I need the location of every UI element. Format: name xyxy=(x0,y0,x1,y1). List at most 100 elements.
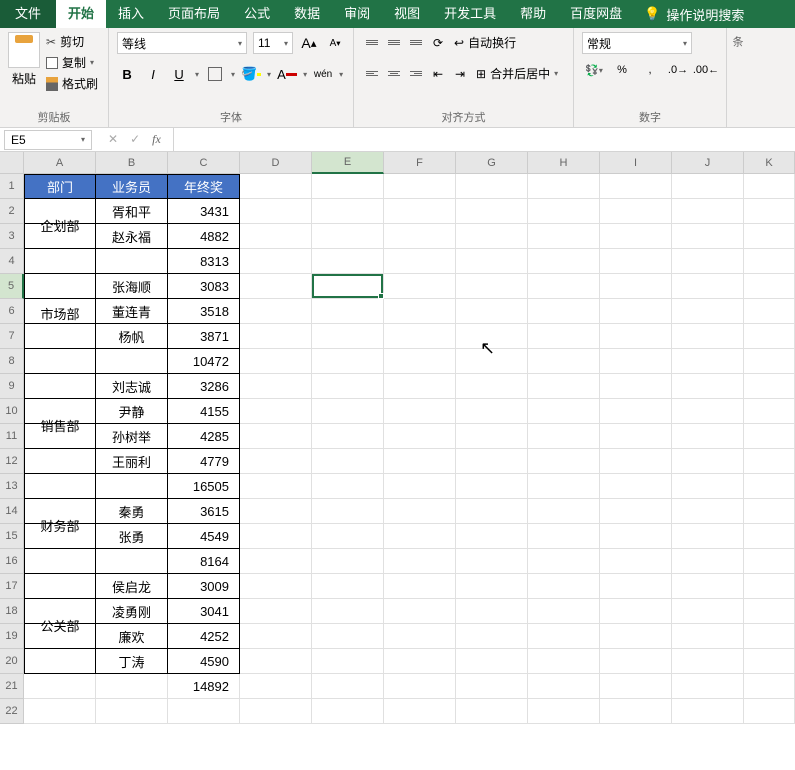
dept-cell[interactable] xyxy=(24,624,96,649)
dept-cell[interactable] xyxy=(24,649,96,674)
name-box[interactable]: E5▾ xyxy=(4,130,92,150)
row-header-7[interactable]: 7 xyxy=(0,324,24,349)
cell[interactable] xyxy=(600,599,672,624)
cell[interactable] xyxy=(312,249,384,274)
cell[interactable] xyxy=(384,624,456,649)
cell[interactable] xyxy=(528,199,600,224)
cell[interactable] xyxy=(384,549,456,574)
cell[interactable] xyxy=(744,449,795,474)
cell[interactable] xyxy=(312,274,384,299)
dept-cell[interactable] xyxy=(24,399,96,424)
salesperson-cell[interactable]: 凌勇刚 xyxy=(96,599,168,624)
cell[interactable] xyxy=(456,474,528,499)
cell[interactable] xyxy=(240,524,312,549)
merge-center-button[interactable]: ⊞合并后居中▾ xyxy=(472,63,562,84)
cell[interactable] xyxy=(672,599,744,624)
bonus-cell[interactable]: 3871 xyxy=(168,324,240,349)
dept-cell[interactable] xyxy=(24,199,96,224)
enter-formula-button[interactable]: ✓ xyxy=(126,132,144,147)
col-header-D[interactable]: D xyxy=(240,152,312,174)
copy-button[interactable]: 复制▾ xyxy=(44,53,100,72)
cell[interactable] xyxy=(600,549,672,574)
cell[interactable] xyxy=(240,674,312,699)
cell[interactable] xyxy=(240,624,312,649)
col-header-K[interactable]: K xyxy=(744,152,795,174)
cell[interactable] xyxy=(600,274,672,299)
cell[interactable] xyxy=(744,499,795,524)
cell[interactable] xyxy=(528,449,600,474)
cell[interactable] xyxy=(600,449,672,474)
bonus-cell[interactable]: 4285 xyxy=(168,424,240,449)
cell[interactable] xyxy=(600,524,672,549)
cell[interactable] xyxy=(456,349,528,374)
bonus-cell[interactable]: 3431 xyxy=(168,199,240,224)
cell[interactable] xyxy=(456,699,528,724)
cell[interactable] xyxy=(312,599,384,624)
cell[interactable] xyxy=(528,624,600,649)
header-bonus[interactable]: 年终奖 xyxy=(168,174,240,199)
row-header-15[interactable]: 15 xyxy=(0,524,24,549)
cell[interactable] xyxy=(600,474,672,499)
cell[interactable] xyxy=(456,549,528,574)
cell[interactable] xyxy=(240,199,312,224)
cell[interactable] xyxy=(744,624,795,649)
cell[interactable] xyxy=(528,274,600,299)
menu-review[interactable]: 审阅 xyxy=(332,0,382,28)
salesperson-cell[interactable]: 杨帆 xyxy=(96,324,168,349)
cell[interactable] xyxy=(744,549,795,574)
col-header-F[interactable]: F xyxy=(384,152,456,174)
cell[interactable] xyxy=(528,324,600,349)
cell[interactable] xyxy=(456,324,528,349)
increase-decimal-button[interactable]: .0→ xyxy=(666,60,690,80)
cell[interactable] xyxy=(744,274,795,299)
bonus-cell[interactable]: 3518 xyxy=(168,299,240,324)
wrap-text-button[interactable]: ↩自动换行 xyxy=(450,32,520,53)
dept-cell[interactable] xyxy=(24,574,96,599)
cell[interactable] xyxy=(240,324,312,349)
cell[interactable] xyxy=(240,249,312,274)
col-header-A[interactable]: A xyxy=(24,152,96,174)
tell-me-search[interactable]: 💡 操作说明搜索 xyxy=(644,5,744,24)
cell[interactable] xyxy=(672,274,744,299)
cell[interactable] xyxy=(600,174,672,199)
bonus-cell[interactable]: 4882 xyxy=(168,224,240,249)
menu-help[interactable]: 帮助 xyxy=(508,0,558,28)
salesperson-cell[interactable]: 孙树举 xyxy=(96,424,168,449)
menu-home[interactable]: 开始 xyxy=(56,0,106,28)
cell[interactable] xyxy=(528,499,600,524)
cell[interactable] xyxy=(600,424,672,449)
salesperson-cell[interactable]: 赵永福 xyxy=(96,224,168,249)
fx-icon[interactable]: fx xyxy=(148,132,165,147)
salesperson-cell[interactable]: 侯启龙 xyxy=(96,574,168,599)
cell[interactable] xyxy=(672,649,744,674)
cell[interactable] xyxy=(384,199,456,224)
cell[interactable] xyxy=(456,574,528,599)
dept-cell[interactable] xyxy=(24,274,96,299)
row-header-12[interactable]: 12 xyxy=(0,449,24,474)
cell[interactable] xyxy=(384,574,456,599)
cell[interactable] xyxy=(240,299,312,324)
bonus-cell[interactable]: 4590 xyxy=(168,649,240,674)
dept-cell[interactable] xyxy=(24,424,96,449)
col-header-E[interactable]: E xyxy=(312,152,384,174)
header-sales[interactable]: 业务员 xyxy=(96,174,168,199)
cell[interactable] xyxy=(240,349,312,374)
cancel-formula-button[interactable]: ✕ xyxy=(104,132,122,147)
cell[interactable] xyxy=(240,474,312,499)
dept-cell[interactable] xyxy=(24,374,96,399)
cell[interactable] xyxy=(384,424,456,449)
increase-font-button[interactable]: A▴ xyxy=(299,33,319,53)
header-dept[interactable]: 部门 xyxy=(24,174,96,199)
row-header-17[interactable]: 17 xyxy=(0,574,24,599)
salesperson-cell[interactable]: 胥和平 xyxy=(96,199,168,224)
fill-color-button[interactable]: 🪣 xyxy=(241,64,261,84)
cell[interactable] xyxy=(672,224,744,249)
cell[interactable] xyxy=(384,474,456,499)
cell[interactable] xyxy=(600,574,672,599)
dept-cell[interactable] xyxy=(24,524,96,549)
cell[interactable] xyxy=(312,574,384,599)
row-header-9[interactable]: 9 xyxy=(0,374,24,399)
cell[interactable] xyxy=(528,574,600,599)
cell[interactable] xyxy=(240,174,312,199)
cell[interactable] xyxy=(312,674,384,699)
